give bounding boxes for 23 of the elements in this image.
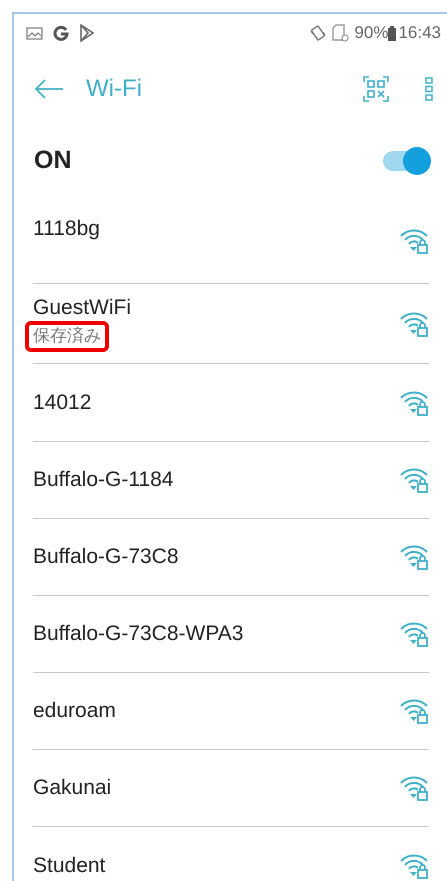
g-logo-icon xyxy=(53,25,69,41)
screen-title: Wi-Fi xyxy=(86,74,142,104)
wifi-toggle[interactable] xyxy=(383,146,431,176)
network-name: eduroam xyxy=(33,698,116,724)
network-name: Student xyxy=(33,852,106,878)
network-name: Buffalo-G-73C8-WPA3 xyxy=(33,621,244,647)
network-name: Gakunai xyxy=(33,775,112,801)
saved-status: 保存済み xyxy=(33,326,101,345)
more-options-icon[interactable] xyxy=(425,77,433,101)
clock-time: 16:43 xyxy=(398,22,441,44)
network-name: 1118bg xyxy=(33,216,100,242)
network-name: Buffalo-G-1184 xyxy=(33,467,174,493)
play-icon xyxy=(79,24,95,42)
network-name: 14012 xyxy=(33,390,92,416)
sd-card-icon xyxy=(332,24,350,42)
battery-icon xyxy=(388,26,396,40)
wifi-status-label: ON xyxy=(34,145,72,176)
battery-percentage: 90% xyxy=(354,22,388,44)
vibrate-icon xyxy=(309,24,328,42)
network-name: GuestWiFi xyxy=(33,295,132,321)
qr-code-icon[interactable] xyxy=(363,76,389,102)
network-name: Buffalo-G-73C8 xyxy=(33,544,179,570)
image-icon xyxy=(26,26,43,40)
